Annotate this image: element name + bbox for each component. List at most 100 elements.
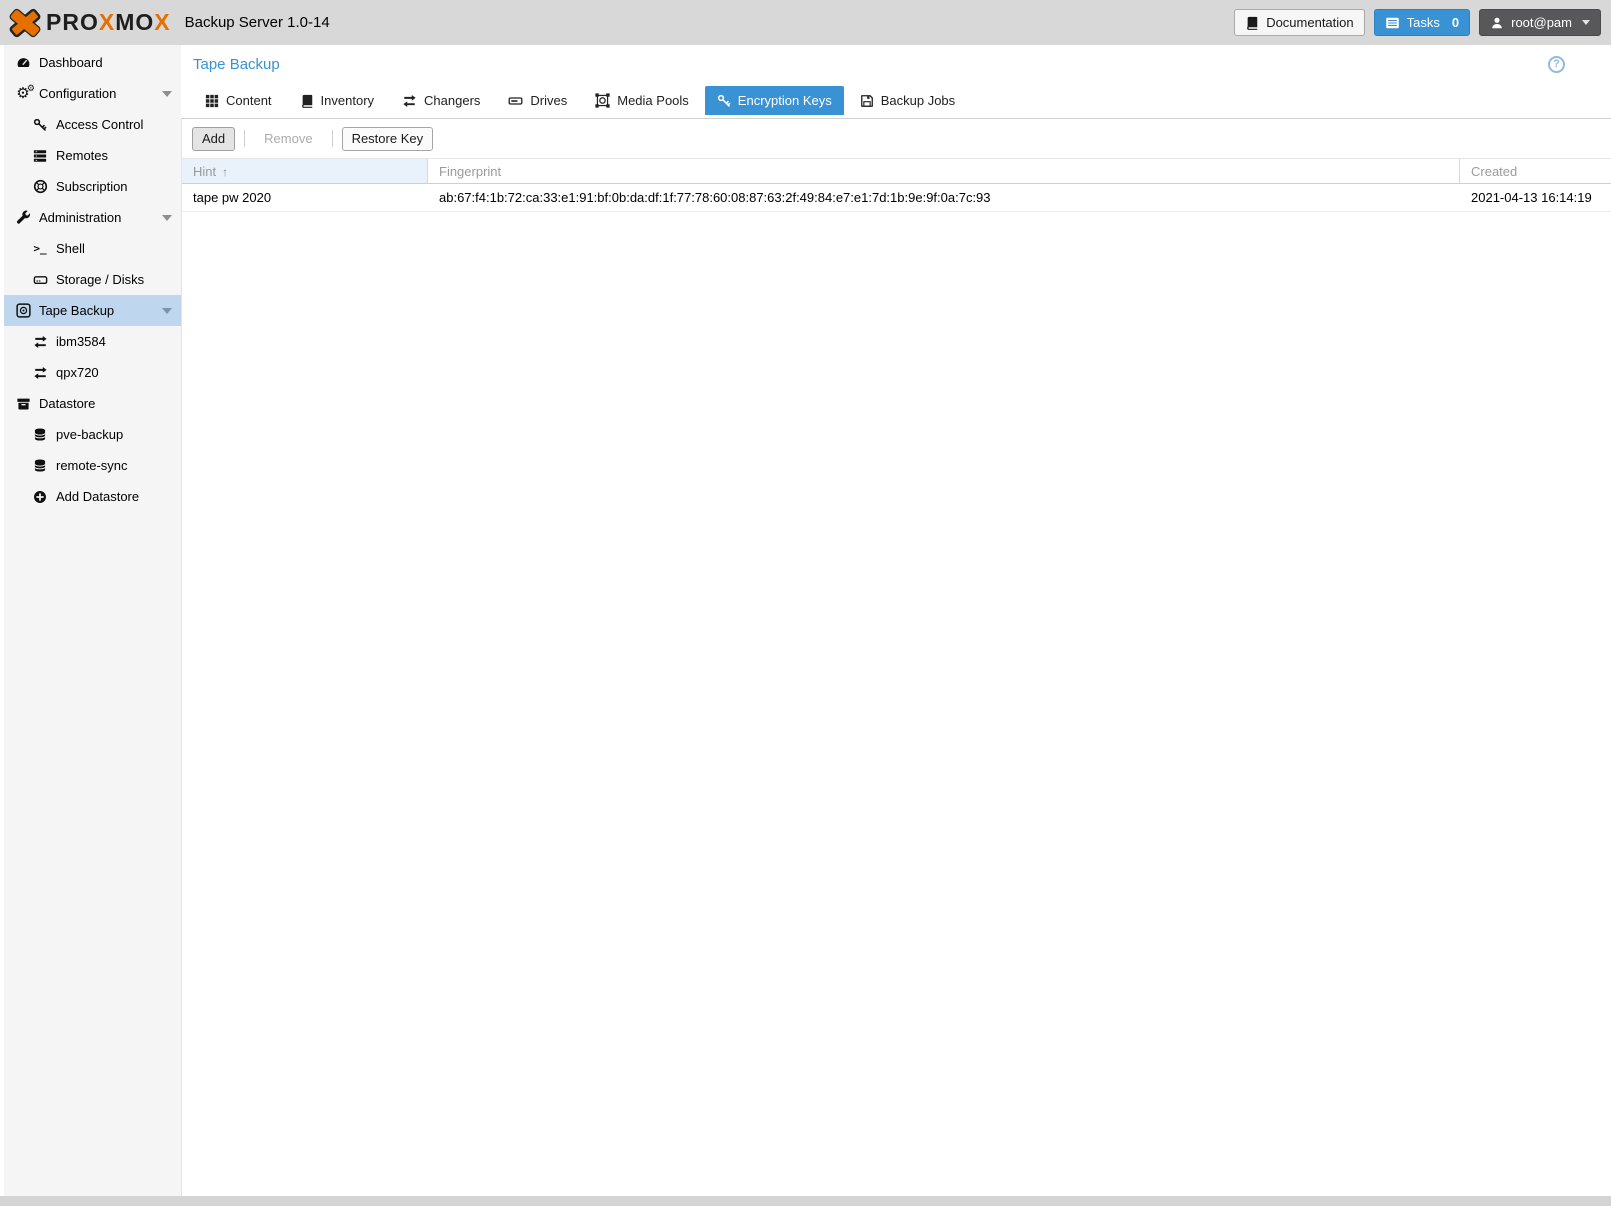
sidebar-item-dashboard[interactable]: Dashboard <box>4 47 181 78</box>
proxmox-logo: PROXMOX <box>8 8 171 38</box>
sidebar-item-datastore[interactable]: Datastore <box>4 388 181 419</box>
archive-box-icon <box>14 396 32 412</box>
life-ring-icon <box>31 179 49 195</box>
book-icon <box>300 94 314 108</box>
column-header-label: Fingerprint <box>439 164 501 179</box>
column-header-hint[interactable]: Hint <box>182 159 428 183</box>
user-label: root@pam <box>1511 15 1572 30</box>
cogs-icon <box>14 86 32 102</box>
user-icon <box>1490 16 1504 30</box>
sidebar-item-label: Access Control <box>56 117 143 132</box>
tabstrip: Content Inventory Chan <box>181 83 1611 118</box>
tasks-button[interactable]: Tasks 0 <box>1374 9 1470 36</box>
brand-part: MO <box>115 9 154 36</box>
remotes-icon <box>31 148 49 164</box>
tab-backup-jobs[interactable]: Backup Jobs <box>848 86 967 115</box>
app-shell: Dashboard Configuration Access Control <box>0 45 1611 1196</box>
sidebar-item-label: Dashboard <box>39 55 103 70</box>
sidebar-item-add-datastore[interactable]: Add Datastore <box>4 481 181 512</box>
tab-label: Encryption Keys <box>738 93 832 108</box>
sidebar-item-shell[interactable]: Shell <box>4 233 181 264</box>
documentation-label: Documentation <box>1266 15 1353 30</box>
main-header: Tape Backup ? <box>181 45 1611 83</box>
toolbar: Add Remove Restore Key <box>182 119 1611 158</box>
sort-ascending-icon: Hint <box>193 164 228 179</box>
collapse-caret-icon[interactable] <box>162 91 172 97</box>
app-title: Backup Server 1.0-14 <box>185 14 330 31</box>
tasks-count-badge: 0 <box>1452 15 1459 30</box>
hdd-icon <box>31 272 49 288</box>
documentation-button[interactable]: Documentation <box>1234 9 1364 36</box>
remove-button: Remove <box>254 127 322 151</box>
window-bottom-edge <box>0 1196 1611 1206</box>
column-header-created[interactable]: Created <box>1460 159 1611 183</box>
exchange-icon <box>31 365 49 381</box>
tape-icon <box>14 303 32 319</box>
collapse-caret-icon[interactable] <box>162 308 172 314</box>
sidebar-item-label: remote-sync <box>56 458 128 473</box>
brand-part: PRO <box>46 9 99 36</box>
database-icon <box>31 458 49 474</box>
sidebar-item-label: Tape Backup <box>39 303 114 318</box>
proxmox-x-icon <box>8 8 42 38</box>
sidebar-item-configuration[interactable]: Configuration <box>4 78 181 109</box>
tab-label: Backup Jobs <box>881 93 955 108</box>
tab-inventory[interactable]: Inventory <box>288 86 386 115</box>
exchange-icon <box>31 334 49 350</box>
sidebar-item-remote-sync[interactable]: remote-sync <box>4 450 181 481</box>
user-menu-button[interactable]: root@pam <box>1479 9 1601 36</box>
tab-label: Changers <box>424 93 480 108</box>
cell-hint: tape pw 2020 <box>182 190 428 205</box>
sidebar-item-label: ibm3584 <box>56 334 106 349</box>
tab-label: Inventory <box>321 93 374 108</box>
media-pools-icon <box>595 93 610 108</box>
sidebar-item-label: Shell <box>56 241 85 256</box>
sidebar-item-ibm3584[interactable]: ibm3584 <box>4 326 181 357</box>
tab-content[interactable]: Content <box>193 86 284 115</box>
add-button[interactable]: Add <box>192 127 235 151</box>
sidebar-item-label: qpx720 <box>56 365 99 380</box>
column-header-fingerprint[interactable]: Fingerprint <box>428 159 1460 183</box>
toolbar-separator <box>244 130 245 147</box>
sidebar-item-administration[interactable]: Administration <box>4 202 181 233</box>
sidebar-item-tape-backup[interactable]: Tape Backup <box>4 295 181 326</box>
cell-fingerprint: ab:67:f4:1b:72:ca:33:e1:91:bf:0b:da:df:1… <box>428 190 1460 205</box>
tab-changers[interactable]: Changers <box>390 86 492 115</box>
database-icon <box>31 427 49 443</box>
sidebar-item-storage-disks[interactable]: Storage / Disks <box>4 264 181 295</box>
tab-encryption-keys[interactable]: Encryption Keys <box>705 86 844 115</box>
restore-key-button[interactable]: Restore Key <box>342 127 434 151</box>
sidebar-item-label: Administration <box>39 210 121 225</box>
chevron-down-icon <box>1582 20 1590 25</box>
toolbar-separator <box>332 130 333 147</box>
drive-icon <box>508 94 523 108</box>
key-icon <box>31 117 49 133</box>
tab-label: Content <box>226 93 272 108</box>
sidebar-item-label: Add Datastore <box>56 489 139 504</box>
cell-created: 2021-04-13 16:14:19 <box>1460 190 1611 205</box>
tab-media-pools[interactable]: Media Pools <box>583 86 701 115</box>
page-title: Tape Backup <box>193 56 280 73</box>
encryption-keys-panel: Add Remove Restore Key Hint Fingerprint … <box>181 118 1611 1196</box>
sidebar-item-label: pve-backup <box>56 427 123 442</box>
brand-wordmark: PROXMOX <box>46 9 171 36</box>
task-list-icon <box>1385 16 1400 30</box>
sidebar-item-pve-backup[interactable]: pve-backup <box>4 419 181 450</box>
sidebar-item-label: Configuration <box>39 86 116 101</box>
tasks-label: Tasks <box>1407 15 1440 30</box>
tab-drives[interactable]: Drives <box>496 86 579 115</box>
circle-plus-icon <box>31 489 49 505</box>
main-panel: Tape Backup ? Content <box>181 45 1611 1196</box>
collapse-caret-icon[interactable] <box>162 215 172 221</box>
sidebar-item-label: Storage / Disks <box>56 272 144 287</box>
sidebar-item-qpx720[interactable]: qpx720 <box>4 357 181 388</box>
key-icon <box>717 94 731 108</box>
table-row[interactable]: tape pw 2020 ab:67:f4:1b:72:ca:33:e1:91:… <box>182 184 1611 212</box>
brand-part: X <box>154 9 170 36</box>
sidebar-item-label: Remotes <box>56 148 108 163</box>
terminal-icon <box>31 241 49 257</box>
sidebar-item-remotes[interactable]: Remotes <box>4 140 181 171</box>
sidebar-item-access-control[interactable]: Access Control <box>4 109 181 140</box>
help-icon[interactable]: ? <box>1548 56 1565 73</box>
sidebar-item-subscription[interactable]: Subscription <box>4 171 181 202</box>
